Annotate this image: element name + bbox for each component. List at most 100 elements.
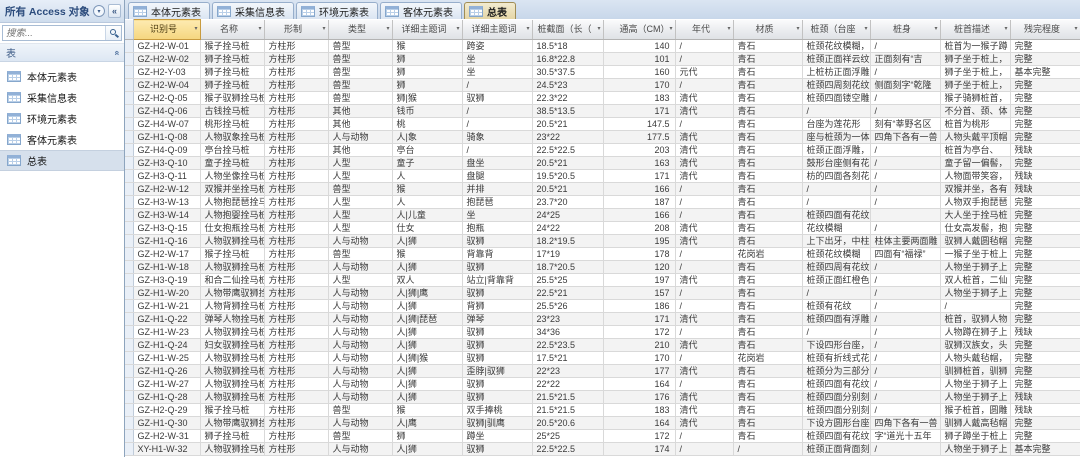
table-cell[interactable]: 驭狮 <box>462 443 532 456</box>
table-cell[interactable]: 21.5*21.5 <box>532 404 603 417</box>
table-cell[interactable]: 狮|猴 <box>392 92 462 105</box>
table-cell[interactable]: / <box>675 209 733 222</box>
table-cell[interactable]: / <box>675 352 733 365</box>
table-cell[interactable]: 174 <box>603 443 675 456</box>
table-cell[interactable]: / <box>675 79 733 92</box>
table-cell[interactable]: 其他 <box>328 144 392 157</box>
table-cell[interactable]: 童子留一偏髻， <box>940 157 1010 170</box>
table-cell[interactable]: 人与动物 <box>328 391 392 404</box>
table-cell[interactable]: 猴 <box>392 404 462 417</box>
table-cell[interactable]: 23*23 <box>532 313 603 326</box>
table-cell[interactable]: 195 <box>603 235 675 248</box>
table-cell[interactable]: 172 <box>603 326 675 339</box>
table-cell[interactable]: 坐 <box>462 66 532 79</box>
table-cell[interactable]: 人物坐于狮子上 <box>940 443 1010 456</box>
table-cell[interactable]: 青石 <box>733 53 802 66</box>
table-cell[interactable]: / <box>870 378 940 391</box>
table-cell[interactable]: 狮 <box>392 53 462 66</box>
table-cell[interactable]: 人 <box>392 196 462 209</box>
table-cell[interactable]: / <box>870 40 940 53</box>
table-cell[interactable]: 一猴子坐于桩上 <box>940 248 1010 261</box>
table-cell[interactable]: 人与动物 <box>328 378 392 391</box>
table-cell[interactable]: 人|鹰 <box>392 417 462 430</box>
sidebar-item[interactable]: 环境元素表 <box>0 108 124 129</box>
table-cell[interactable]: 猴子桩首，圆雕 <box>940 404 1010 417</box>
table-cell[interactable]: 方柱形 <box>264 352 328 365</box>
table-cell[interactable]: GZ-H1-Q-08 <box>133 131 200 144</box>
table-cell[interactable]: 青石 <box>733 313 802 326</box>
table-cell[interactable]: GZ-H3-Q-11 <box>133 170 200 183</box>
table-cell[interactable]: / <box>870 261 940 274</box>
table-cell[interactable]: 桩颈正面祥云纹 <box>802 53 870 66</box>
table-cell[interactable]: GZ-H3-Q-15 <box>133 222 200 235</box>
column-header[interactable]: 详细主题词▾ <box>462 20 532 40</box>
table-cell[interactable]: 人|狮|猴 <box>392 352 462 365</box>
table-cell[interactable]: / <box>870 287 940 300</box>
table-cell[interactable]: 清代 <box>675 313 733 326</box>
table-cell[interactable]: 桩颈花纹模糊 <box>802 248 870 261</box>
table-cell[interactable]: 方柱形 <box>264 378 328 391</box>
table-cell[interactable]: 人物坐于狮子上 <box>940 378 1010 391</box>
table-cell[interactable]: 方柱形 <box>264 417 328 430</box>
table-cell[interactable]: 人物驭狮拴马桩 <box>200 365 264 378</box>
table-cell[interactable]: 人物坐像拴马桩 <box>200 170 264 183</box>
table-cell[interactable]: 170 <box>603 79 675 92</box>
table-cell[interactable]: 人型 <box>328 222 392 235</box>
filter-dropdown-icon[interactable]: ▾ <box>796 20 799 39</box>
table-cell[interactable]: 方柱形 <box>264 92 328 105</box>
table-cell[interactable]: 18.7*20.5 <box>532 261 603 274</box>
table-cell[interactable]: / <box>870 157 940 170</box>
table-cell[interactable]: / <box>870 92 940 105</box>
table-cell[interactable]: 狮 <box>392 79 462 92</box>
table-cell[interactable]: GZ-H3-Q-19 <box>133 274 200 287</box>
table-cell[interactable]: 和合二仙拴马桩 <box>200 274 264 287</box>
table-cell[interactable]: 人|狮|琵琶 <box>392 313 462 326</box>
filter-dropdown-icon[interactable]: ▾ <box>258 20 261 39</box>
table-cell[interactable]: / <box>462 144 532 157</box>
table-cell[interactable]: GZ-H1-W-20 <box>133 287 200 300</box>
table-cell[interactable]: 清代 <box>675 222 733 235</box>
table-cell[interactable]: GZ-H1-Q-26 <box>133 365 200 378</box>
record-selector[interactable] <box>125 274 133 287</box>
table-cell[interactable]: 青石 <box>733 261 802 274</box>
table-cell[interactable]: 208 <box>603 222 675 235</box>
table-cell[interactable]: 驭狮 <box>462 339 532 352</box>
column-header[interactable]: 识别号▾ <box>133 20 200 40</box>
table-cell[interactable]: 桩首为一猴子蹲 <box>940 40 1010 53</box>
table-cell[interactable]: 人物驭狮拴马桩 <box>200 326 264 339</box>
filter-dropdown-icon[interactable]: ▾ <box>864 20 867 39</box>
record-selector[interactable] <box>125 235 133 248</box>
table-cell[interactable]: 残缺 <box>1010 183 1080 196</box>
table-cell[interactable]: 兽型 <box>328 248 392 261</box>
table-cell[interactable]: 歪脖|驭狮 <box>462 365 532 378</box>
record-selector[interactable] <box>125 313 133 326</box>
table-cell[interactable]: 186 <box>603 300 675 313</box>
table-cell[interactable]: 驯狮人戴高毡帽 <box>940 417 1010 430</box>
table-cell[interactable]: 完整 <box>1010 287 1080 300</box>
table-cell[interactable]: 147.5 <box>603 118 675 131</box>
filter-dropdown-icon[interactable]: ▾ <box>194 20 197 39</box>
table-cell[interactable]: 人与动物 <box>328 443 392 456</box>
table-cell[interactable]: 166 <box>603 209 675 222</box>
table-cell[interactable]: 不分首、颈、体 <box>940 105 1010 118</box>
filter-dropdown-icon[interactable]: ▾ <box>934 20 937 39</box>
table-cell[interactable]: 清代 <box>675 92 733 105</box>
table-cell[interactable]: 青石 <box>733 300 802 313</box>
table-cell[interactable]: GZ-H1-W-23 <box>133 326 200 339</box>
table-cell[interactable]: / <box>870 365 940 378</box>
table-cell[interactable]: GZ-H1-Q-22 <box>133 313 200 326</box>
table-cell[interactable] <box>870 209 940 222</box>
table-cell[interactable]: 20.5*20.6 <box>532 417 603 430</box>
table-cell[interactable]: 人与动物 <box>328 417 392 430</box>
table-cell[interactable]: 清代 <box>675 417 733 430</box>
table-cell[interactable]: 仕女抱瓶拴马桩 <box>200 222 264 235</box>
table-cell[interactable]: 人|象 <box>392 131 462 144</box>
table-cell[interactable]: 完整 <box>1010 196 1080 209</box>
sidebar-item[interactable]: 总表 <box>0 150 124 171</box>
table-cell[interactable]: 人型 <box>328 274 392 287</box>
table-cell[interactable]: GZ-H4-W-07 <box>133 118 200 131</box>
table-cell[interactable]: 25.5*26 <box>532 300 603 313</box>
table-cell[interactable]: 人与动物 <box>328 352 392 365</box>
table-cell[interactable]: / <box>733 443 802 456</box>
record-selector[interactable] <box>125 443 133 456</box>
